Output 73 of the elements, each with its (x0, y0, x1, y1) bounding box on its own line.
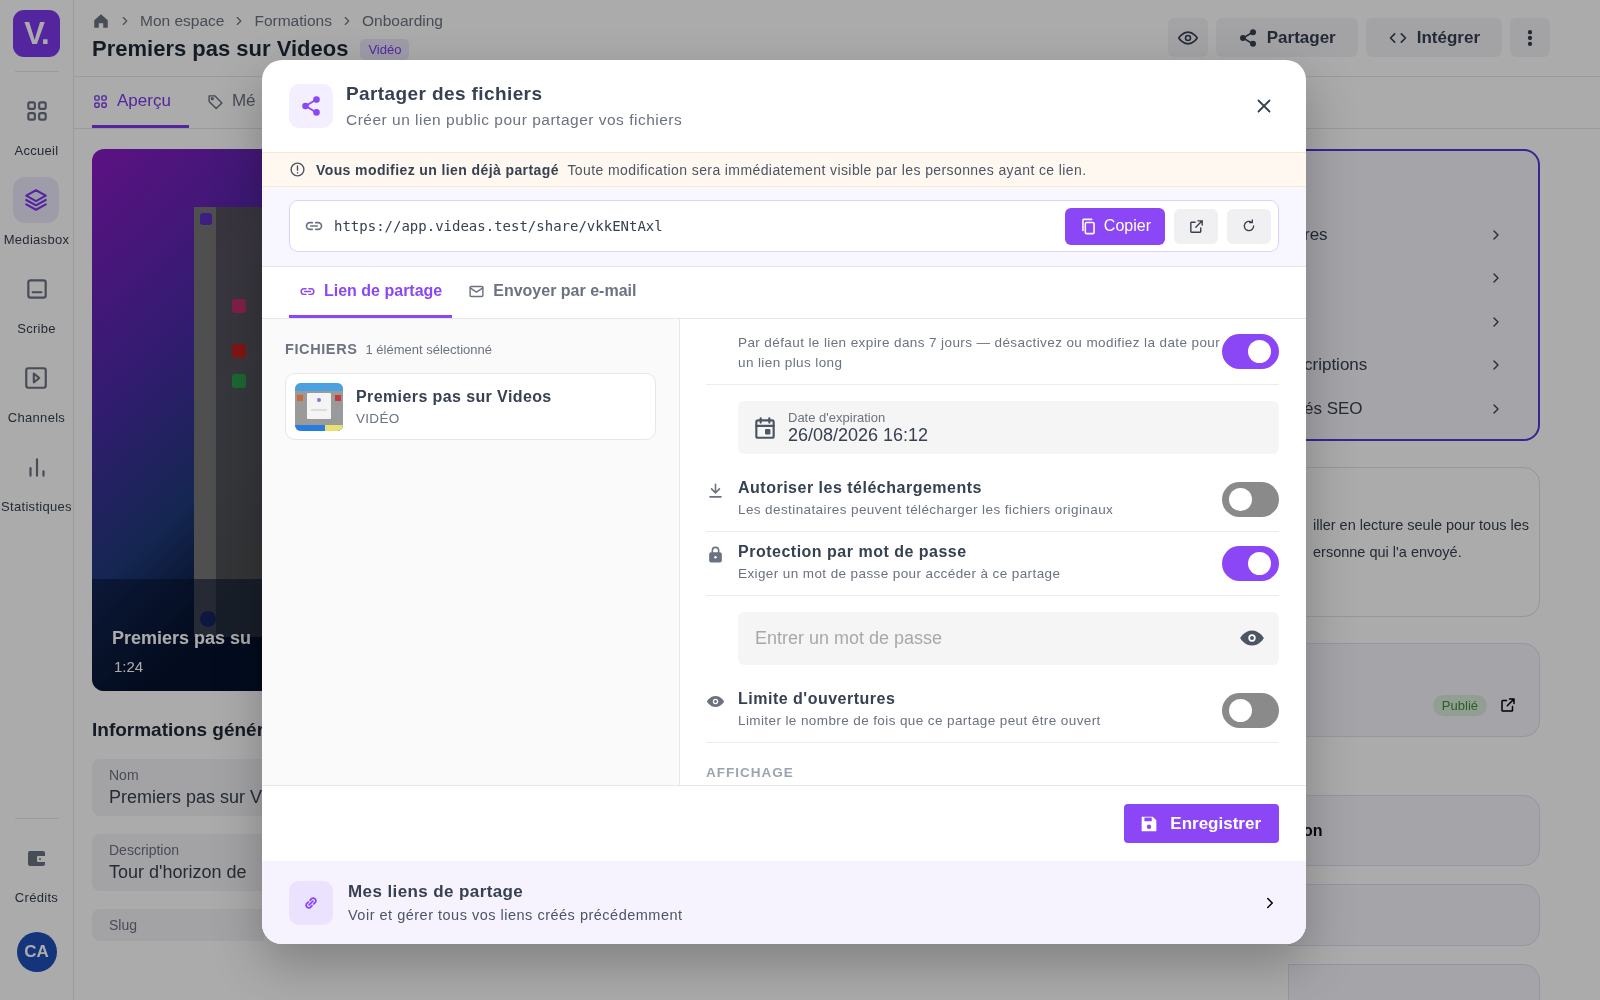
nav-icon (23, 187, 50, 213)
preview-button[interactable] (1167, 18, 1208, 57)
refresh-icon (1241, 218, 1257, 234)
form-field[interactable]: Slug (92, 909, 264, 941)
toggle-switch[interactable] (1222, 482, 1279, 517)
menu-item[interactable]: criptions (1304, 355, 1368, 376)
sidebar-item[interactable]: Crédits (13, 835, 60, 905)
date-field[interactable]: Date d'expiration 26/08/2026 16:12 (738, 401, 1279, 454)
share-link-field[interactable]: https://app.videas.test/share/vkkENtAxl Copier (289, 200, 1279, 252)
file-name: Premiers pas sur Videos (356, 387, 552, 406)
selection-count: 1 élément sélectionné (365, 342, 492, 357)
dialog-subtitle: Créer un lien public pour partager vos fichiers (346, 111, 684, 129)
option-description: Exiger un mot de passe pour accéder à ce partage (738, 565, 1062, 583)
option-title: Limite d'ouvertures (738, 690, 897, 708)
password-field[interactable]: Entrer un mot de passe (738, 612, 1279, 665)
form-field[interactable]: Description Tour d'horizon de (92, 834, 264, 891)
option-description: Limiter le nombre de fois que ce partage peut être ouvert (738, 712, 1102, 730)
download-icon (706, 481, 725, 500)
lock-icon (706, 545, 725, 564)
page-title: Premiers pas sur Videos (92, 36, 349, 62)
tab[interactable]: Mé (206, 77, 256, 128)
status-badge: Publié (1432, 694, 1487, 716)
breadcrumb-link[interactable]: Onboarding (362, 12, 443, 30)
section-heading: AFFICHAGE (706, 765, 795, 780)
sidebar-item[interactable]: Accueil (13, 88, 60, 158)
video-duration: 1:24 (114, 658, 144, 675)
toggle-switch[interactable] (1222, 546, 1279, 581)
share-icon (289, 84, 333, 128)
toggle-switch[interactable] (1222, 334, 1279, 369)
home-icon (92, 12, 110, 30)
sidebar-item[interactable]: Statistiques (1, 444, 72, 514)
share-url: https://app.videas.test/share/vkkENtAxl (334, 218, 664, 234)
grid-icon (92, 92, 109, 110)
file-card[interactable]: Premiers pas sur Videos VIDÉO (285, 373, 656, 440)
save-button[interactable]: Enregistrer (1124, 804, 1279, 843)
option-description: Par défaut le lien expire dans 7 jours — désactivez ou modifiez la date pour un lien plus long (738, 334, 1222, 372)
tab[interactable]: Envoyer par e-mail (458, 267, 647, 318)
regenerate-button[interactable] (1227, 208, 1271, 244)
files-heading: FICHIERS (285, 341, 358, 357)
card-text: iller en lecture seule pour tous les ersonne qui l'a envoyé. (1313, 517, 1529, 560)
sidebar-item[interactable]: Channels (7, 355, 66, 425)
section-heading: Informations génér (92, 719, 264, 741)
copy-button[interactable]: Copier (1064, 207, 1165, 245)
nav-icon (23, 365, 50, 391)
option-description: Les destinataires peuvent télécharger les fichiers originaux (738, 501, 1115, 519)
form-field[interactable]: Nom Premiers pas sur V (92, 759, 264, 816)
share-links-banner[interactable]: Mes liens de partage Voir et gérer tous vos liens créés précédemment (262, 861, 1306, 944)
share-icon (1237, 27, 1258, 48)
breadcrumb-link[interactable]: Formations (254, 12, 332, 30)
video-title: Premiers pas su (112, 628, 252, 649)
more-button[interactable] (1510, 18, 1550, 57)
warning-text: Vous modifiez un lien déjà partagé Toute modification sera immédiatement visible par les personnes ayant ce lien. (316, 161, 1087, 178)
external-link-icon (1187, 217, 1205, 235)
file-type: VIDÉO (356, 410, 401, 426)
embed-button[interactable]: Intégrer (1365, 18, 1502, 57)
app-logo[interactable]: V. (13, 10, 60, 57)
breadcrumb-link[interactable]: Mon espace (140, 12, 225, 30)
option-title: Protection par mot de passe (738, 543, 968, 561)
share-button[interactable]: Partager (1215, 18, 1358, 57)
tag-icon (206, 92, 224, 110)
open-link-button[interactable] (1174, 208, 1218, 244)
external-link-icon (1499, 696, 1517, 714)
calendar-icon (752, 414, 778, 441)
type-badge: Vidéo (360, 38, 410, 60)
tab[interactable]: Aperçu (92, 77, 189, 128)
user-avatar[interactable]: CA (16, 932, 57, 972)
toggle-switch[interactable] (1222, 693, 1279, 728)
sidebar-item[interactable]: Mediasbox (3, 177, 70, 247)
section-card[interactable] (1288, 884, 1540, 946)
warning-icon (289, 161, 306, 178)
option-title: Autoriser les téléchargements (738, 479, 983, 497)
sidebar-item[interactable]: Scribe (13, 266, 60, 336)
dialog-title: Partager des fichiers (346, 83, 544, 105)
